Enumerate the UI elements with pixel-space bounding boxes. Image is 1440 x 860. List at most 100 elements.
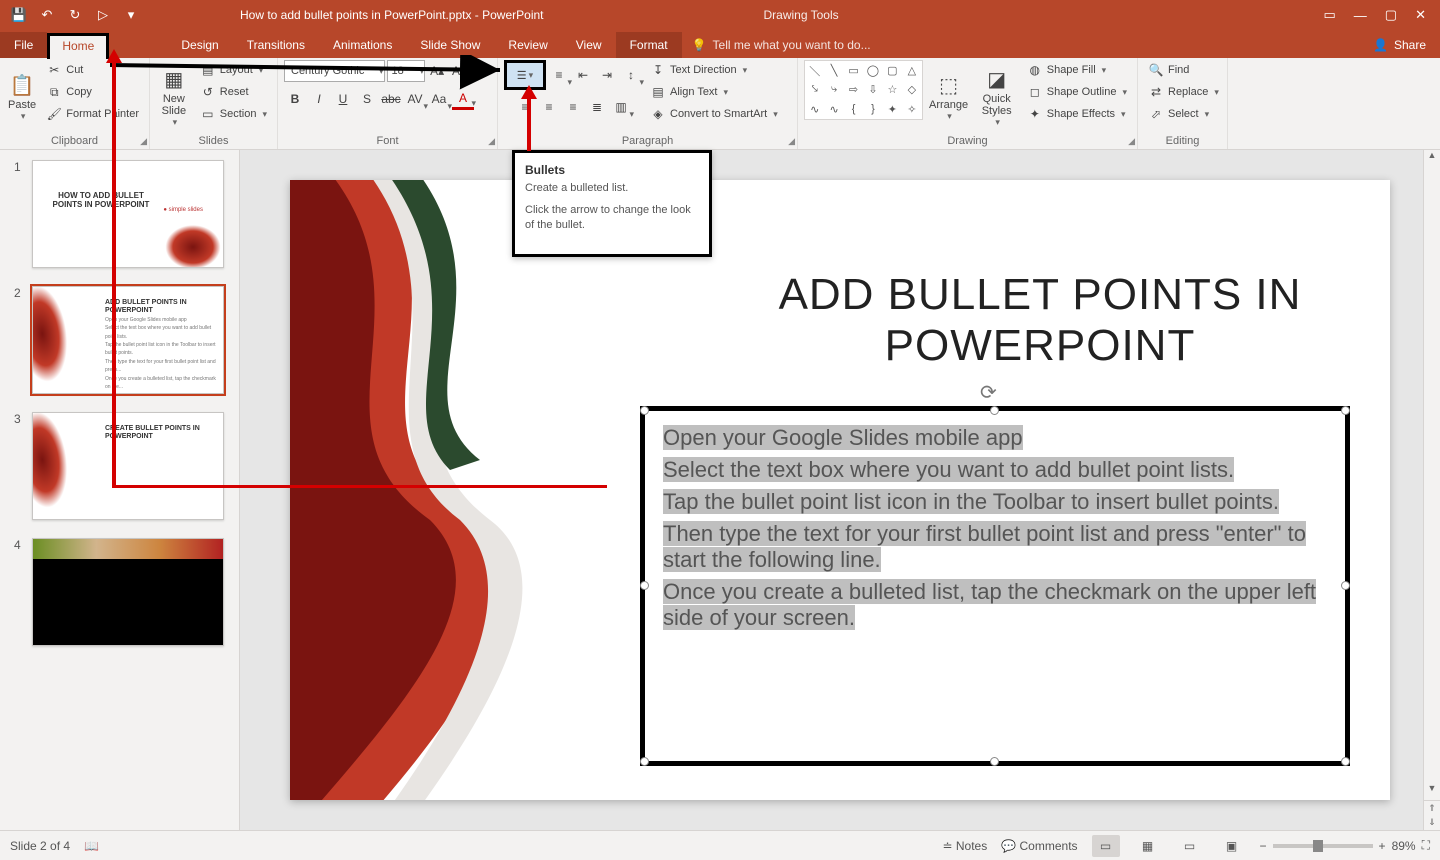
layout-button[interactable]: ▤Layout▾ xyxy=(196,60,268,80)
content-textbox[interactable]: Open your Google Slides mobile app Selec… xyxy=(640,406,1350,766)
arrange-button[interactable]: ⬚Arrange▾ xyxy=(927,60,971,133)
save-icon[interactable]: 💾 xyxy=(10,6,28,24)
redo-icon[interactable]: ↻ xyxy=(66,6,84,24)
scroll-up-icon[interactable]: ▲ xyxy=(1424,150,1440,167)
start-from-beginning-icon[interactable]: ▷ xyxy=(94,6,112,24)
tab-design[interactable]: Design xyxy=(167,32,232,58)
char-spacing-button[interactable]: AV▾ xyxy=(404,88,426,110)
minimize-icon[interactable]: — xyxy=(1354,8,1367,23)
vertical-scrollbar[interactable]: ▲ ▼ ⇑ ⇓ xyxy=(1423,150,1440,830)
zoom-level[interactable]: 89% xyxy=(1392,839,1416,853)
ribbon-display-options-icon[interactable]: ▭ xyxy=(1324,7,1336,23)
text-direction-button[interactable]: ↧Text Direction▾ xyxy=(646,60,751,80)
shrink-font-button[interactable]: A▾ xyxy=(449,60,469,82)
shapes-gallery[interactable]: ＼╲▭◯▢△ ⤥⤷⇨⇩☆◇ ∿∿{}✦✧ xyxy=(804,60,923,120)
numbering-button[interactable]: ≡▾ xyxy=(548,64,570,86)
share-button[interactable]: 👤 Share xyxy=(1359,32,1440,58)
undo-icon[interactable]: ↶ xyxy=(38,6,56,24)
convert-smartart-button[interactable]: ◈Convert to SmartArt▾ xyxy=(646,104,782,124)
tab-transitions[interactable]: Transitions xyxy=(233,32,319,58)
tab-animations[interactable]: Animations xyxy=(319,32,406,58)
increase-indent-button[interactable]: ⇥ xyxy=(596,64,618,86)
text-line[interactable]: Select the text box where you want to ad… xyxy=(663,457,1234,482)
dialog-launcher-icon[interactable]: ◢ xyxy=(488,136,495,147)
line-spacing-button[interactable]: ↕▾ xyxy=(620,64,642,86)
dialog-launcher-icon[interactable]: ◢ xyxy=(1128,136,1135,147)
slide-canvas[interactable]: ADD BULLET POINTS IN POWERPOINT ⟳ Open y… xyxy=(290,180,1390,800)
next-slide-icon[interactable]: ⇓ xyxy=(1428,817,1436,828)
shape-outline-button[interactable]: ◻Shape Outline▾ xyxy=(1023,82,1131,102)
align-center-button[interactable]: ≡ xyxy=(538,96,560,118)
replace-button[interactable]: ⇄Replace▾ xyxy=(1144,82,1223,102)
shape-effects-button[interactable]: ✦Shape Effects▾ xyxy=(1023,104,1130,124)
tab-review[interactable]: Review xyxy=(494,32,561,58)
scroll-track[interactable] xyxy=(1424,167,1440,783)
font-size-combo[interactable]: 18▾ xyxy=(387,60,426,82)
tell-me-search[interactable]: 💡 Tell me what you want to do... xyxy=(682,32,881,58)
align-left-button[interactable]: ≡ xyxy=(514,96,536,118)
copy-button[interactable]: ⧉Copy xyxy=(42,82,96,102)
scroll-down-icon[interactable]: ▼ xyxy=(1424,783,1440,800)
slide-thumbnail-4[interactable] xyxy=(32,538,224,646)
slide-title[interactable]: ADD BULLET POINTS IN POWERPOINT xyxy=(750,270,1330,371)
align-text-button[interactable]: ▤Align Text▾ xyxy=(646,82,732,102)
text-line[interactable]: Once you create a bulleted list, tap the… xyxy=(663,579,1316,630)
select-button[interactable]: ⬀Select▾ xyxy=(1144,104,1213,124)
textbox-content[interactable]: Open your Google Slides mobile app Selec… xyxy=(645,411,1345,651)
reading-view-button[interactable]: ▭ xyxy=(1176,835,1204,857)
bold-button[interactable]: B xyxy=(284,88,306,110)
grow-font-button[interactable]: A▴ xyxy=(427,60,447,82)
font-name-combo[interactable]: Century Gothic▾ xyxy=(284,60,385,82)
tab-slideshow[interactable]: Slide Show xyxy=(406,32,494,58)
underline-button[interactable]: U xyxy=(332,88,354,110)
notes-button[interactable]: ≐ Notes xyxy=(942,839,987,853)
format-painter-button[interactable]: 🖌Format Painter xyxy=(42,104,143,124)
qat-more-icon[interactable]: ▾ xyxy=(122,6,140,24)
rotate-handle-icon[interactable]: ⟳ xyxy=(980,380,997,405)
reset-button[interactable]: ↺Reset xyxy=(196,82,253,102)
strikethrough-button[interactable]: abc xyxy=(380,88,402,110)
dialog-launcher-icon[interactable]: ◢ xyxy=(140,136,147,147)
text-line[interactable]: Then type the text for your first bullet… xyxy=(663,521,1306,572)
font-color-button[interactable]: A▾ xyxy=(452,88,474,110)
italic-button[interactable]: I xyxy=(308,88,330,110)
dialog-launcher-icon[interactable]: ◢ xyxy=(788,136,795,147)
decrease-indent-button[interactable]: ⇤ xyxy=(572,64,594,86)
spellcheck-icon[interactable]: 📖 xyxy=(84,839,99,853)
quick-styles-button[interactable]: ◪Quick Styles▾ xyxy=(975,60,1019,133)
zoom-out-button[interactable]: − xyxy=(1260,839,1267,853)
slide-editor[interactable]: ADD BULLET POINTS IN POWERPOINT ⟳ Open y… xyxy=(240,150,1440,830)
prev-slide-icon[interactable]: ⇑ xyxy=(1428,803,1436,814)
maximize-icon[interactable]: ▢ xyxy=(1385,7,1397,23)
slide-thumbnail-2[interactable]: ADD BULLET POINTS IN POWERPOINTOpen your… xyxy=(32,286,224,394)
text-line[interactable]: Open your Google Slides mobile app xyxy=(663,425,1023,450)
shape-fill-button[interactable]: ◍Shape Fill▾ xyxy=(1023,60,1110,80)
zoom-slider[interactable] xyxy=(1273,844,1373,848)
fit-to-window-button[interactable]: ⛶ xyxy=(1422,838,1430,853)
close-icon[interactable]: ✕ xyxy=(1415,7,1426,23)
slide-thumbnails-panel[interactable]: 1 HOW TO ADD BULLET POINTS IN POWERPOINT… xyxy=(0,150,240,830)
slide-thumbnail-3[interactable]: CREATE BULLET POINTS IN POWERPOINT xyxy=(32,412,224,520)
sorter-view-button[interactable]: ▦ xyxy=(1134,835,1162,857)
paste-button[interactable]: 📋 Paste▾ xyxy=(6,60,38,133)
comments-button[interactable]: 💬 Comments xyxy=(1001,839,1077,853)
shadow-button[interactable]: S xyxy=(356,88,378,110)
tab-view[interactable]: View xyxy=(562,32,616,58)
tab-file[interactable]: File xyxy=(0,32,47,58)
new-slide-button[interactable]: ▦ New Slide▾ xyxy=(156,60,192,133)
clear-formatting-button[interactable]: A⊘ xyxy=(471,60,491,82)
find-button[interactable]: 🔍Find xyxy=(1144,60,1193,80)
change-case-button[interactable]: Aa▾ xyxy=(428,88,450,110)
align-right-button[interactable]: ≡ xyxy=(562,96,584,118)
slide-counter[interactable]: Slide 2 of 4 xyxy=(10,839,70,853)
columns-button[interactable]: ▥▾ xyxy=(610,96,632,118)
section-button[interactable]: ▭Section▾ xyxy=(196,104,271,124)
tab-format[interactable]: Format xyxy=(616,32,682,58)
justify-button[interactable]: ≣ xyxy=(586,96,608,118)
tab-home[interactable]: Home xyxy=(47,33,109,59)
cut-button[interactable]: ✂Cut xyxy=(42,60,87,80)
normal-view-button[interactable]: ▭ xyxy=(1092,835,1120,857)
text-line[interactable]: Tap the bullet point list icon in the To… xyxy=(663,489,1279,514)
slideshow-view-button[interactable]: ▣ xyxy=(1218,835,1246,857)
slide-thumbnail-1[interactable]: HOW TO ADD BULLET POINTS IN POWERPOINT ●… xyxy=(32,160,224,268)
